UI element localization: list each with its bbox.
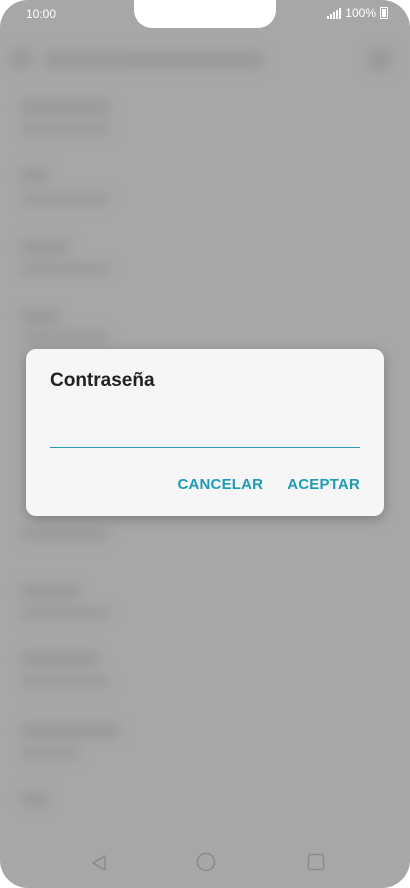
navigation-bar	[0, 838, 410, 888]
back-icon[interactable]	[90, 854, 108, 872]
dialog-title: Contraseña	[50, 370, 155, 391]
password-input[interactable]	[50, 419, 360, 448]
signal-icon	[327, 7, 342, 19]
status-time: 10:00	[26, 7, 57, 21]
password-dialog: Contraseña CANCELAR ACEPTAR	[26, 349, 384, 516]
camera-notch	[134, 0, 276, 28]
battery-icon	[380, 7, 388, 19]
phone-screen: 10:00 100% Contraseña CANCELAR ACEPTAR	[0, 0, 410, 888]
status-bar: 10:00 100%	[0, 0, 410, 28]
battery-percentage: 100%	[345, 6, 376, 20]
accept-button[interactable]: ACEPTAR	[287, 476, 360, 493]
cancel-button[interactable]: CANCELAR	[177, 476, 263, 493]
dialog-actions: CANCELAR ACEPTAR	[177, 476, 360, 493]
status-indicators: 100%	[327, 6, 388, 20]
recents-icon[interactable]	[307, 853, 325, 871]
home-icon[interactable]	[196, 852, 216, 872]
